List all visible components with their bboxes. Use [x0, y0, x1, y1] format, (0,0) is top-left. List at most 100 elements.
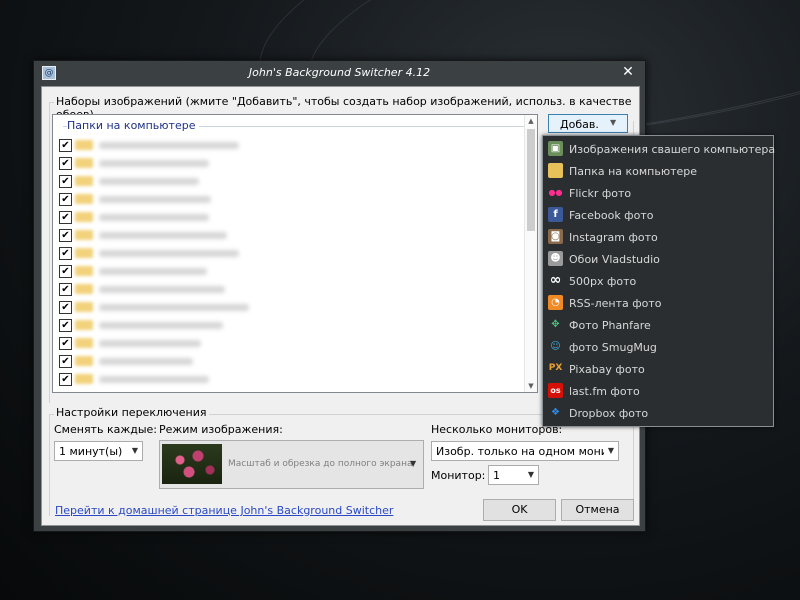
chevron-down-icon: ▼: [410, 459, 417, 468]
scroll-down-icon[interactable]: ▼: [525, 380, 537, 392]
monitor-select[interactable]: 1 ▼: [488, 465, 539, 485]
blurred-folder-name: [99, 142, 239, 149]
chevron-down-icon: ▼: [131, 446, 138, 455]
folder-icon: ▬: [548, 163, 563, 178]
menu-item-label: Instagram фото: [569, 231, 658, 244]
checkbox[interactable]: ✔: [59, 373, 72, 386]
list-item[interactable]: ✔: [59, 299, 529, 316]
checkbox[interactable]: ✔: [59, 247, 72, 260]
menu-item-label: Facebook фото: [569, 209, 654, 222]
menu-item-rss[interactable]: ◔ RSS-лента фото: [543, 292, 773, 314]
checkbox[interactable]: ✔: [59, 193, 72, 206]
add-set-button-label: Добав.: [560, 118, 599, 131]
list-item[interactable]: ✔: [59, 137, 529, 154]
list-item[interactable]: ✔: [59, 263, 529, 280]
checkbox[interactable]: ✔: [59, 265, 72, 278]
scroll-up-icon[interactable]: ▲: [525, 115, 537, 127]
chevron-down-icon: ▼: [607, 446, 614, 455]
menu-item-label: Pixabay фото: [569, 363, 645, 376]
chevron-down-icon: ▼: [527, 470, 534, 479]
list-item[interactable]: ✔: [59, 335, 529, 352]
checkbox[interactable]: ✔: [59, 157, 72, 170]
folder-icon: [75, 284, 93, 294]
smugmug-icon: ☺: [550, 341, 561, 352]
ok-button[interactable]: OK: [483, 499, 556, 521]
menu-item-label: Dropbox фото: [569, 407, 649, 420]
menu-item-vladstudio[interactable]: ☻ Обои Vladstudio: [543, 248, 773, 270]
menu-item-computer-images[interactable]: ▣ Изображения свашего компьютера: [543, 138, 775, 160]
folder-icon: [75, 248, 93, 258]
menu-item-label: Flickr фото: [569, 187, 632, 200]
checkbox[interactable]: ✔: [59, 319, 72, 332]
list-item[interactable]: ✔: [59, 155, 529, 172]
list-item[interactable]: ✔: [59, 281, 529, 298]
close-button[interactable]: ✕: [618, 63, 638, 81]
folder-icon: [75, 140, 93, 150]
list-item[interactable]: ✔: [59, 371, 529, 388]
list-item[interactable]: ✔: [59, 209, 529, 226]
checkbox[interactable]: ✔: [59, 211, 72, 224]
cancel-button[interactable]: Отмена: [561, 499, 634, 521]
blurred-folder-name: [99, 160, 209, 167]
folder-icon: [75, 302, 93, 312]
home-page-link[interactable]: Перейти к домашней странице John's Backg…: [55, 504, 393, 517]
folder-icon: [75, 230, 93, 240]
list-item[interactable]: ✔: [59, 227, 529, 244]
list-item[interactable]: ✔: [59, 191, 529, 208]
image-sets-list[interactable]: Папки на компьютере ✔ ✔ ✔ ✔ ✔ ✔ ✔ ✔ ✔ ✔ …: [52, 114, 538, 393]
rss-icon: ◔: [548, 295, 563, 310]
menu-item-label: Обои Vladstudio: [569, 253, 660, 266]
menu-item-label: RSS-лента фото: [569, 297, 662, 310]
menu-item-500px[interactable]: ∞ 500px фото: [543, 270, 773, 292]
checkbox[interactable]: ✔: [59, 301, 72, 314]
blurred-folder-name: [99, 250, 239, 257]
image-mode-select[interactable]: Масштаб и обрезка до полного экрана ▼: [159, 440, 424, 489]
list-item[interactable]: ✔: [59, 317, 529, 334]
folder-icon: [75, 158, 93, 168]
mode-value: Масштаб и обрезка до полного экрана: [228, 459, 413, 469]
window-title: John's Background Switcher 4.12: [248, 66, 431, 79]
checkbox[interactable]: ✔: [59, 337, 72, 350]
menu-item-pixabay[interactable]: PX Pixabay фото: [543, 358, 773, 380]
menu-item-instagram[interactable]: ◙ Instagram фото: [543, 226, 773, 248]
menu-item-smugmug[interactable]: ☺ фото SmugMug: [543, 336, 773, 358]
mode-label: Режим изображения:: [159, 423, 283, 436]
blurred-folder-name: [99, 268, 207, 275]
checkbox[interactable]: ✔: [59, 139, 72, 152]
checkbox[interactable]: ✔: [59, 175, 72, 188]
list-item[interactable]: ✔: [59, 245, 529, 262]
add-set-button[interactable]: Добав. ▼: [548, 114, 628, 133]
list-item[interactable]: ✔: [59, 173, 529, 190]
add-source-menu: ▣ Изображения свашего компьютера ▬ Папка н…: [542, 135, 775, 427]
scroll-thumb[interactable]: [527, 129, 535, 231]
blurred-folder-name: [99, 322, 223, 329]
checkbox[interactable]: ✔: [59, 283, 72, 296]
folder-icon: [75, 194, 93, 204]
list-scrollbar[interactable]: ▲ ▼: [524, 115, 537, 392]
image-icon: ▣: [548, 141, 563, 156]
folder-icon: [75, 320, 93, 330]
folder-icon: [75, 266, 93, 276]
blurred-folder-name: [99, 178, 199, 185]
interval-select[interactable]: 1 минут(ы) ▼: [54, 441, 143, 461]
checkbox[interactable]: ✔: [59, 229, 72, 242]
title-bar[interactable]: @ John's Background Switcher 4.12 ✕: [34, 61, 645, 85]
monitors-select[interactable]: Изобр. только на одном мониторе ▼: [431, 441, 619, 461]
chevron-down-icon: ▼: [610, 118, 617, 127]
blurred-folder-name: [99, 358, 193, 365]
menu-item-label: 500px фото: [569, 275, 637, 288]
menu-item-phanfare[interactable]: ✥ Фото Phanfare: [543, 314, 773, 336]
menu-item-dropbox[interactable]: ❖ Dropbox фото: [543, 402, 773, 424]
checkbox[interactable]: ✔: [59, 355, 72, 368]
list-item[interactable]: ✔: [59, 353, 529, 370]
blurred-folder-name: [99, 196, 211, 203]
blurred-folder-name: [99, 304, 249, 311]
phanfare-icon: ✥: [551, 319, 560, 330]
menu-item-lastfm[interactable]: os last.fm фото: [543, 380, 773, 402]
interval-label: Сменять каждые:: [54, 423, 158, 436]
list-group-header: Папки на компьютере: [67, 119, 200, 132]
menu-item-flickr[interactable]: ●● Flickr фото: [543, 182, 773, 204]
vladstudio-icon: ☻: [548, 251, 563, 266]
menu-item-facebook[interactable]: f Facebook фото: [543, 204, 773, 226]
menu-item-folder[interactable]: ▬ Папка на компьютере: [543, 160, 773, 182]
